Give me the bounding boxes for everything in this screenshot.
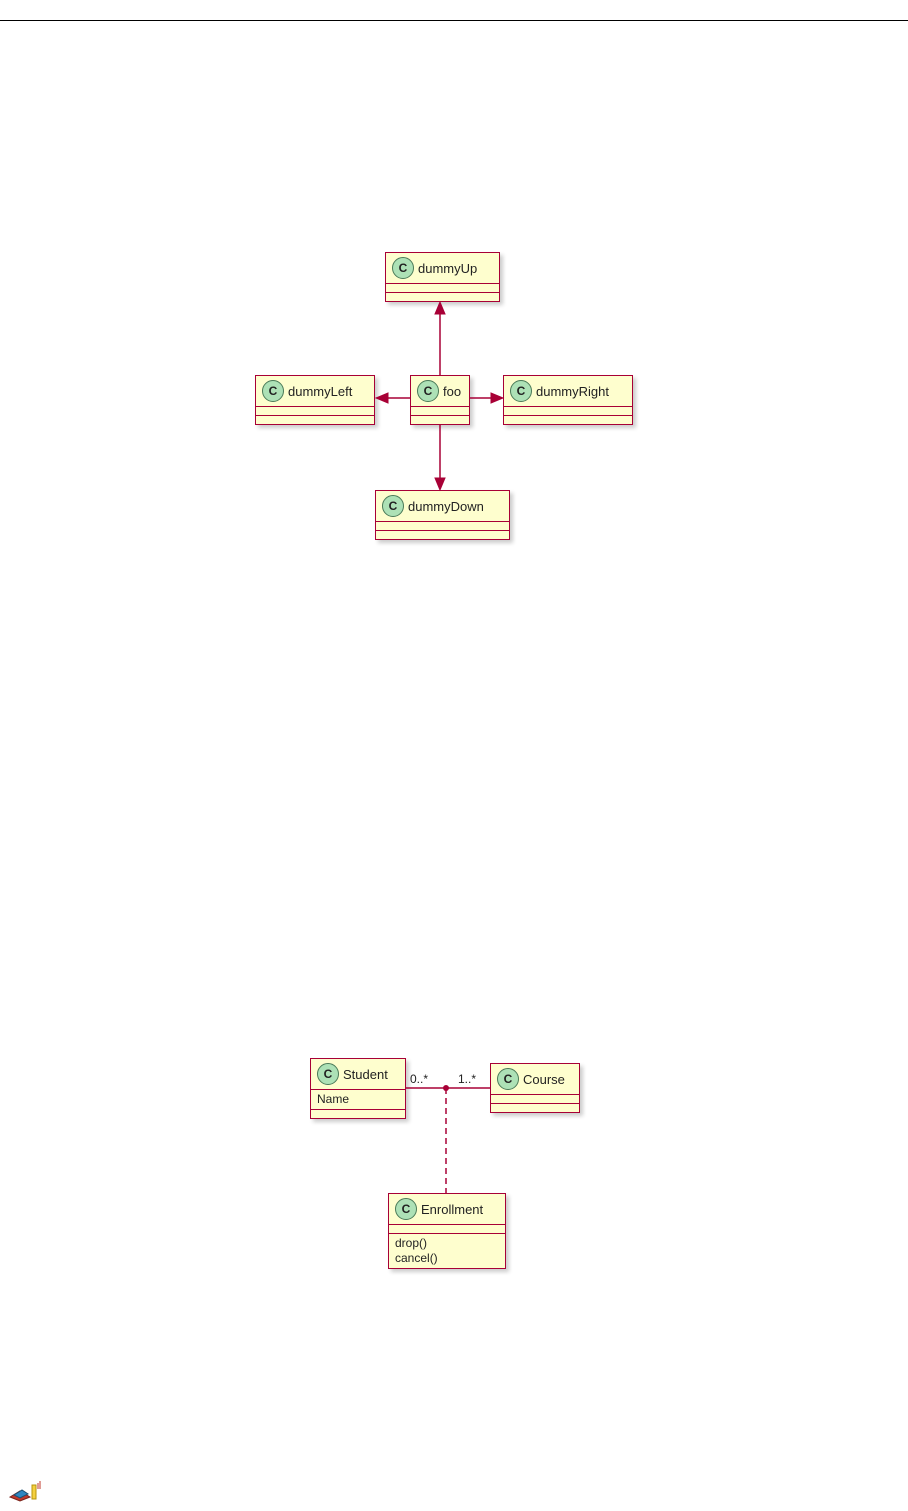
- class-icon: C: [417, 380, 439, 402]
- class-badge-letter: C: [424, 384, 433, 398]
- class-icon: C: [317, 1063, 339, 1085]
- class-icon: C: [392, 257, 414, 279]
- class-name-enrollment: Enrollment: [421, 1202, 483, 1217]
- plantuml-logo-icon: [8, 1479, 42, 1503]
- class-icon: C: [497, 1068, 519, 1090]
- diagram2-connections: 0..* 1..*: [0, 1000, 908, 1320]
- class-box-dummyRight: C dummyRight: [503, 375, 633, 425]
- class-badge-letter: C: [517, 384, 526, 398]
- class-badge-letter: C: [389, 499, 398, 513]
- enrollment-op-cancel: cancel(): [395, 1251, 499, 1266]
- class-box-dummyLeft: C dummyLeft: [255, 375, 375, 425]
- class-icon: C: [395, 1198, 417, 1220]
- class-badge-letter: C: [504, 1072, 513, 1086]
- class-icon: C: [382, 495, 404, 517]
- class-name-dummyRight: dummyRight: [536, 384, 609, 399]
- enrollment-op-drop: drop(): [395, 1236, 499, 1251]
- class-box-course: C Course: [490, 1063, 580, 1113]
- class-box-dummyDown: C dummyDown: [375, 490, 510, 540]
- class-badge-letter: C: [269, 384, 278, 398]
- class-badge-letter: C: [399, 261, 408, 275]
- class-box-enrollment: C Enrollment drop() cancel(): [388, 1193, 506, 1269]
- mult-left: 0..*: [410, 1072, 428, 1086]
- class-badge-letter: C: [324, 1067, 333, 1081]
- class-box-dummyUp: C dummyUp: [385, 252, 500, 302]
- mult-right: 1..*: [458, 1072, 476, 1086]
- class-box-foo: C foo: [410, 375, 470, 425]
- class-icon: C: [262, 380, 284, 402]
- class-name-dummyUp: dummyUp: [418, 261, 477, 276]
- class-badge-letter: C: [402, 1202, 411, 1216]
- class-name-dummyDown: dummyDown: [408, 499, 484, 514]
- top-horizontal-rule: [0, 20, 908, 21]
- class-box-student: C Student Name: [310, 1058, 406, 1119]
- class-name-student: Student: [343, 1067, 388, 1082]
- class-icon: C: [510, 380, 532, 402]
- class-name-dummyLeft: dummyLeft: [288, 384, 352, 399]
- class-name-course: Course: [523, 1072, 565, 1087]
- student-attr-name: Name: [317, 1092, 349, 1106]
- class-name-foo: foo: [443, 384, 461, 399]
